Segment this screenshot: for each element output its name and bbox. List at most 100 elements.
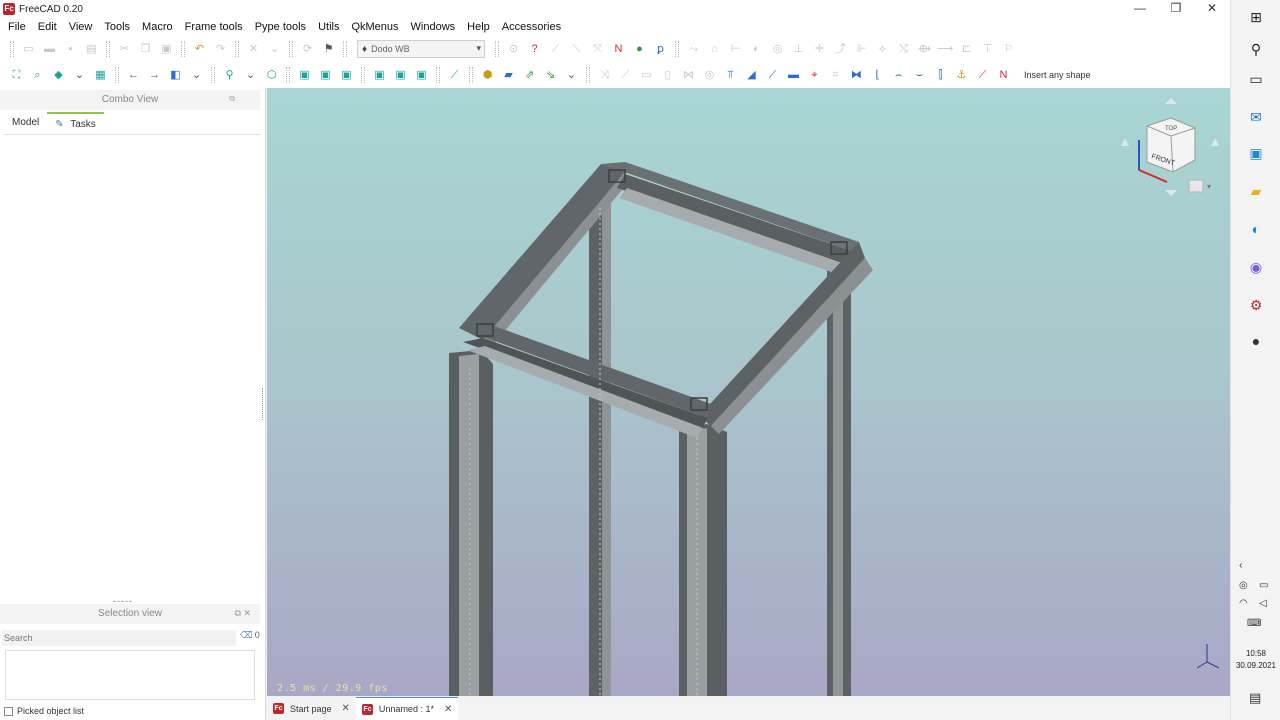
dodo-b5-icon[interactable]: ⋈ xyxy=(681,68,696,83)
navcube-arrow-icon[interactable] xyxy=(1211,138,1219,146)
navcube-arrow-icon[interactable] xyxy=(1165,98,1177,104)
forward-arrow-icon[interactable]: → xyxy=(147,68,162,83)
navcube-arrow-icon[interactable] xyxy=(1165,190,1177,196)
frame-tool-l-icon[interactable]: ⟴ xyxy=(917,42,932,57)
copy-icon[interactable]: ❐ xyxy=(138,42,153,57)
frame-rail[interactable] xyxy=(459,322,711,418)
toolbar-grip[interactable] xyxy=(115,67,119,83)
valve-icon[interactable]: ⧓ xyxy=(849,68,864,83)
part-icon[interactable]: ⬢ xyxy=(480,68,495,83)
bottom-view-icon[interactable]: ▣ xyxy=(393,68,408,83)
tee-icon[interactable]: ⌖ xyxy=(807,68,822,83)
panel-resize-handle[interactable] xyxy=(262,388,264,420)
toolbar-grip[interactable] xyxy=(106,41,110,57)
front-view-icon[interactable]: ▣ xyxy=(297,68,312,83)
navigation-cube[interactable]: TOP FRONT ▾ xyxy=(1121,98,1219,196)
menu-view[interactable]: View xyxy=(63,18,99,36)
back-arrow-icon[interactable]: ← xyxy=(126,68,141,83)
reduct-icon[interactable]: ⌗ xyxy=(828,68,843,83)
frame-tool-p-icon[interactable]: ⚐ xyxy=(1001,42,1016,57)
chevron-up-icon[interactable]: ‹ xyxy=(1239,560,1242,571)
cap-icon[interactable]: ⌊ xyxy=(870,68,885,83)
isometric-view-icon[interactable]: ⬡ xyxy=(264,68,279,83)
top-view-icon[interactable]: ▣ xyxy=(318,68,333,83)
dropdown-chevron-icon[interactable]: ⌄ xyxy=(243,68,258,83)
beam-icon[interactable]: ⫿ xyxy=(933,68,948,83)
tab-tasks[interactable]: ✎ Tasks xyxy=(47,112,104,134)
app-circle-icon[interactable]: ◉ xyxy=(1245,256,1267,278)
toolbar-grip[interactable] xyxy=(586,67,590,83)
measure-icon[interactable]: ⟋ xyxy=(447,68,462,83)
redo-icon[interactable]: ↷ xyxy=(213,42,228,57)
dodo-b2-icon[interactable]: ⟋ xyxy=(618,68,633,83)
dodo-tool-3-icon[interactable]: ⤧ xyxy=(590,42,605,57)
frame-rail[interactable] xyxy=(617,174,855,264)
menu-tools[interactable]: Tools xyxy=(98,18,136,36)
notification-center-icon[interactable]: ▤ xyxy=(1249,690,1261,706)
print-icon[interactable]: ▤ xyxy=(84,42,99,57)
navcube-menu-icon[interactable] xyxy=(1188,179,1204,193)
toolbar-grip[interactable] xyxy=(675,41,679,57)
toolbar-grip[interactable] xyxy=(495,41,499,57)
toolbar-grip[interactable] xyxy=(469,67,473,83)
dodo-b4-icon[interactable]: ▯ xyxy=(660,68,675,83)
dodo-b6-icon[interactable]: ◎ xyxy=(702,68,717,83)
frame-tool-i-icon[interactable]: ⊩ xyxy=(854,42,869,57)
fit-selection-icon[interactable]: ⌕ xyxy=(30,68,45,83)
group-folder-icon[interactable]: ▰ xyxy=(501,68,516,83)
bounding-box-icon[interactable]: ▦ xyxy=(93,68,108,83)
save-file-icon[interactable]: ▪ xyxy=(63,42,78,57)
tab-model[interactable]: Model xyxy=(4,112,47,134)
tab-start-page[interactable]: Fc Start page ✕ xyxy=(267,697,356,720)
obs-icon[interactable]: ● xyxy=(1245,330,1267,352)
wifi-icon[interactable]: ◠ xyxy=(1239,598,1248,609)
workbench-selector[interactable]: ♦ Dodo WB ▾ xyxy=(357,40,485,58)
dodo-tool-2-icon[interactable]: ⟍ xyxy=(569,42,584,57)
frame-tool-g-icon[interactable]: ✛ xyxy=(812,42,827,57)
clear-search-icon[interactable]: ⌫ xyxy=(240,630,253,640)
dodo-b1-icon[interactable]: ⤨ xyxy=(597,68,612,83)
meet-now-icon[interactable]: ◎ xyxy=(1239,580,1248,591)
frame-tool-n-icon[interactable]: ⊏ xyxy=(959,42,974,57)
frame-line-icon[interactable]: N xyxy=(611,42,626,57)
toolbar-grip[interactable] xyxy=(289,41,293,57)
float-icon[interactable]: ⧉ xyxy=(235,608,241,618)
menu-frame-tools[interactable]: Frame tools xyxy=(179,18,249,36)
flange-icon[interactable]: ▬ xyxy=(786,68,801,83)
frame-tool-b-icon[interactable]: ⌂ xyxy=(707,42,722,57)
search-icon[interactable]: ⚲ xyxy=(1245,38,1267,60)
menu-accessories[interactable]: Accessories xyxy=(496,18,567,36)
menu-macro[interactable]: Macro xyxy=(136,18,179,36)
dropdown-chevron-icon[interactable]: ⌄ xyxy=(189,68,204,83)
toolbar-grip[interactable] xyxy=(181,41,185,57)
dodo-b3-icon[interactable]: ▭ xyxy=(639,68,654,83)
close-button[interactable]: ✕ xyxy=(1194,0,1230,18)
windows-start-icon[interactable]: ⊞ xyxy=(1245,6,1267,28)
menu-edit[interactable]: Edit xyxy=(32,18,63,36)
frame-tool-h-icon[interactable]: ⤴ xyxy=(833,42,848,57)
pype-icon[interactable]: ꝑ xyxy=(653,42,668,57)
refresh-icon[interactable]: ⟳ xyxy=(300,42,315,57)
frame-tool-e-icon[interactable]: ◎ xyxy=(770,42,785,57)
insert-any-shape-button[interactable]: Insert any shape xyxy=(1024,70,1091,80)
remote-desktop-icon[interactable]: ▣ xyxy=(1245,142,1267,164)
shell-icon[interactable]: ⌣ xyxy=(912,68,927,83)
battery-icon[interactable]: ▭ xyxy=(1259,580,1268,591)
freecad-taskbar-icon[interactable]: ⚙ xyxy=(1245,294,1267,316)
dropdown-chevron-icon[interactable]: ⌄ xyxy=(72,68,87,83)
macro-tools-icon[interactable]: ✕ xyxy=(246,42,261,57)
frame-tool-m-icon[interactable]: ⟶ xyxy=(938,42,954,57)
zoom-icon[interactable]: ⚲ xyxy=(222,68,237,83)
dodo-tool-1-icon[interactable]: ⟋ xyxy=(548,42,563,57)
keyboard-icon[interactable]: ⌨ xyxy=(1247,618,1261,629)
undo-icon[interactable]: ↶ xyxy=(192,42,207,57)
frame-tool-a-icon[interactable]: ⤳ xyxy=(686,42,701,57)
menu-qkmenus[interactable]: QkMenus xyxy=(345,18,404,36)
toolbar-grip[interactable] xyxy=(235,41,239,57)
tab-unnamed[interactable]: Fc Unnamed : 1* ✕ xyxy=(355,697,459,720)
dock-float-icon[interactable]: ⧉ xyxy=(229,94,235,104)
pipe-insert-icon[interactable]: ⫪ xyxy=(723,68,738,83)
frame-tool-k-icon[interactable]: ⤭ xyxy=(896,42,911,57)
mail-icon[interactable]: ✉ xyxy=(1245,106,1267,128)
frame-tool-c-icon[interactable]: ⊢ xyxy=(728,42,743,57)
